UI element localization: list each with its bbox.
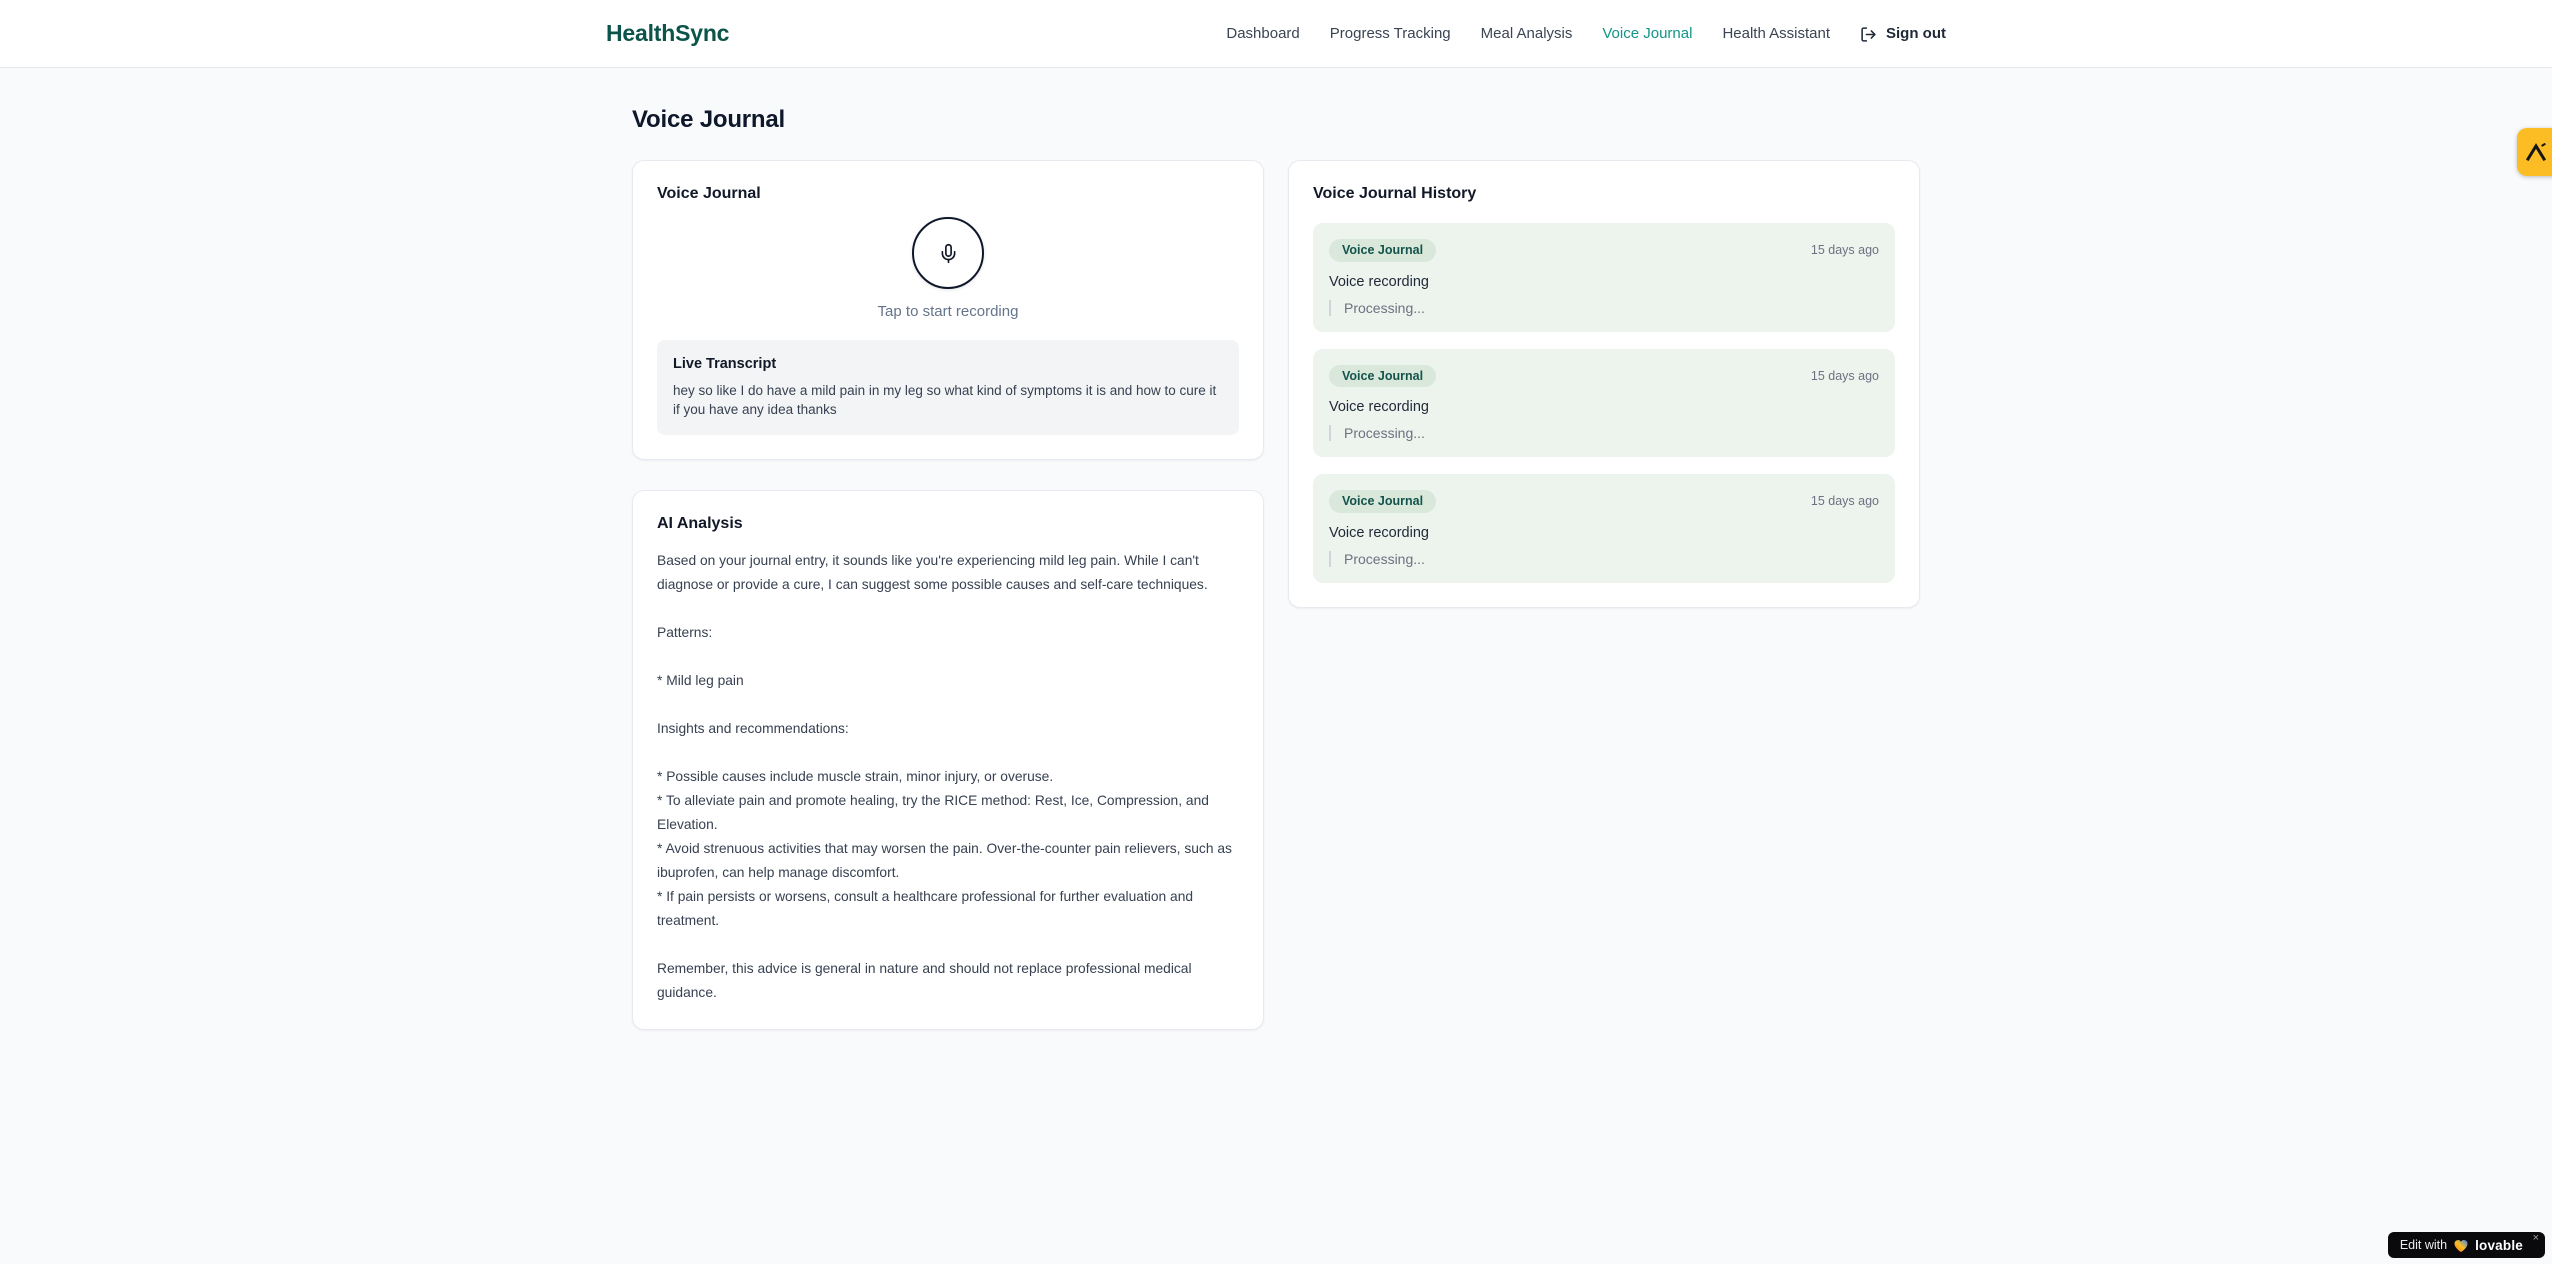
nav-voice-journal[interactable]: Voice Journal [1602,25,1692,42]
microphone-icon [938,243,959,264]
sign-out-label: Sign out [1886,25,1946,42]
history-item[interactable]: Voice Journal 15 days ago Voice recordin… [1313,348,1895,457]
entry-timestamp: 15 days ago [1810,243,1879,258]
entry-title: Voice recording [1329,399,1429,415]
live-transcript-label: Live Transcript [673,356,777,372]
page-title: Voice Journal [632,106,786,133]
live-transcript-box: Live Transcript hey so like I do have a … [657,340,1239,435]
ai-analysis-title: AI Analysis [657,515,743,532]
history-card-title: Voice Journal History [1313,185,1477,202]
sign-out-button[interactable]: Sign out [1860,25,1946,43]
live-transcript-text: hey so like I do have a mild pain in my … [673,383,1217,417]
tap-to-record-hint: Tap to start recording [877,303,1019,320]
edit-with-lovable-badge[interactable]: Edit with lovable × [2387,1232,2545,1258]
edit-badge-prefix: Edit with [2399,1238,2448,1252]
voice-recorder-card: Voice Journal Tap to start recording Liv… [632,160,1264,460]
nav-meal-analysis[interactable]: Meal Analysis [1481,25,1573,42]
ai-analysis-text: Based on your journal entry, it sounds l… [657,553,1232,1000]
caret-logo-icon [2525,143,2547,161]
history-list: Voice Journal 15 days ago Voice recordin… [1313,223,1895,583]
entry-status: Processing... [1329,299,1879,316]
nav-progress-tracking[interactable]: Progress Tracking [1330,25,1451,42]
nav-health-assistant[interactable]: Health Assistant [1722,25,1830,42]
entry-type-badge: Voice Journal [1329,490,1437,513]
main-content: Voice Journal Voice Journal Tap to start… [632,68,1920,1030]
floating-logo-button[interactable] [2517,128,2552,176]
history-card: Voice Journal History Voice Journal 15 d… [1288,160,1920,608]
history-item[interactable]: Voice Journal 15 days ago Voice recordin… [1313,223,1895,332]
entry-timestamp: 15 days ago [1810,368,1879,383]
edit-badge-brand: lovable [2475,1237,2523,1253]
log-out-icon [1860,26,1877,43]
entry-status: Processing... [1329,425,1879,441]
nav-dashboard[interactable]: Dashboard [1226,25,1299,42]
entry-type-badge: Voice Journal [1329,364,1437,387]
close-icon[interactable]: × [2533,1233,2539,1244]
record-button[interactable] [912,217,984,289]
app-header: HealthSync Dashboard Progress Tracking M… [0,0,2552,68]
history-item[interactable]: Voice Journal 15 days ago Voice recordin… [1313,474,1895,583]
recorder-card-title: Voice Journal [657,185,761,202]
brand-logo[interactable]: HealthSync [606,20,729,47]
entry-status: Processing... [1329,550,1879,567]
ai-analysis-card: AI Analysis Based on your journal entry,… [632,490,1264,1030]
entry-type-badge: Voice Journal [1329,239,1437,262]
primary-nav: Dashboard Progress Tracking Meal Analysi… [1226,25,1946,43]
heart-icon [2453,1238,2469,1253]
entry-timestamp: 15 days ago [1810,494,1879,509]
entry-title: Voice recording [1329,273,1429,290]
entry-title: Voice recording [1329,524,1429,541]
